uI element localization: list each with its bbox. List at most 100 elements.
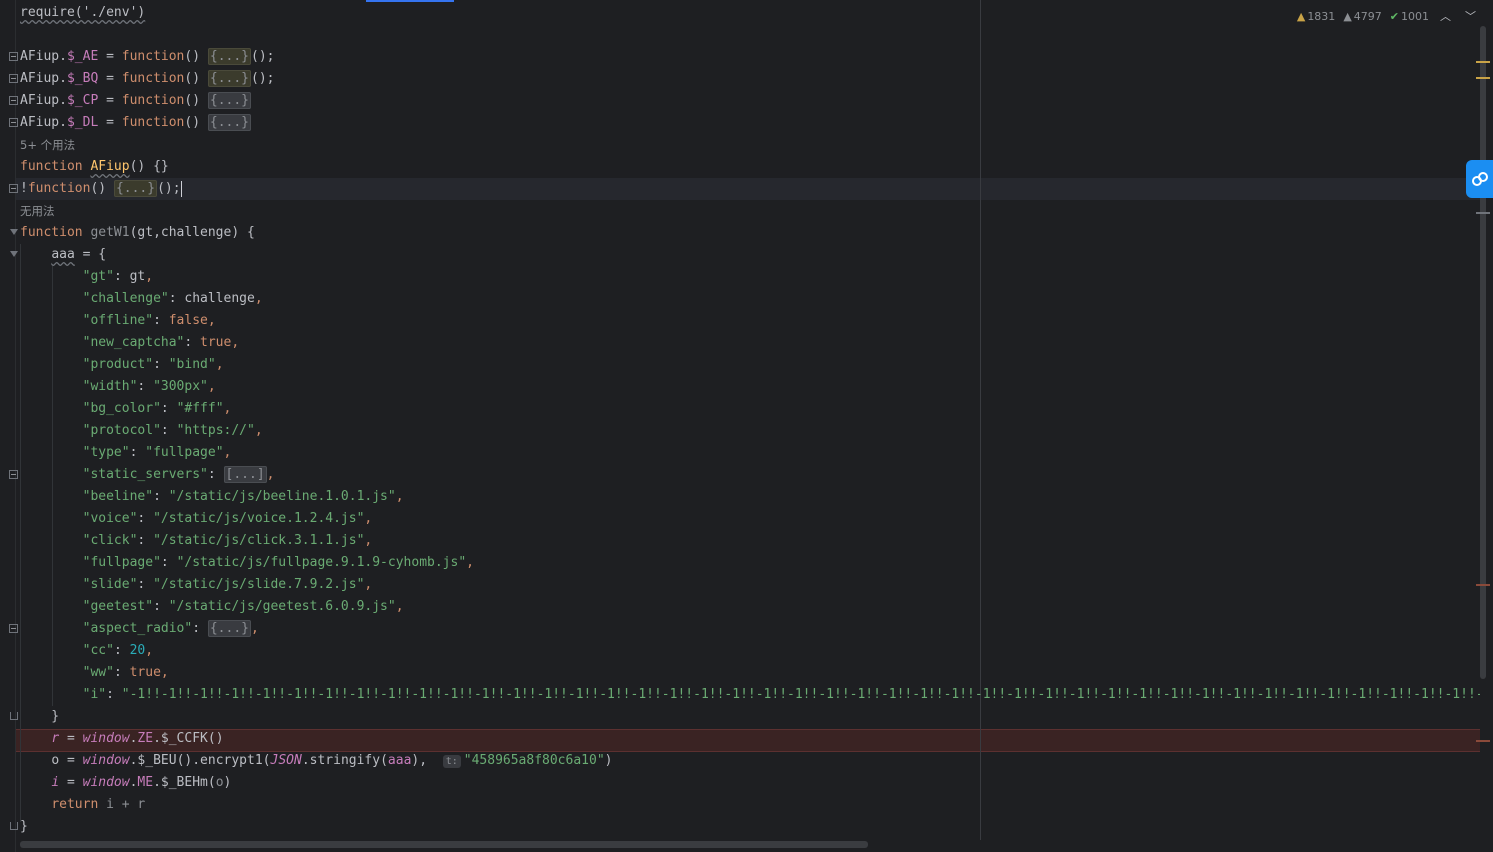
method-name: encrypt1	[200, 753, 263, 768]
entry-key: "fullpage"	[82, 555, 161, 570]
entry-value: "300px"	[153, 379, 208, 394]
weak-warnings-count[interactable]: ▲ 4797	[1343, 10, 1381, 23]
fn-keyword: function	[121, 71, 185, 86]
require-statement: require('./env')	[20, 5, 146, 20]
warning-mark[interactable]	[1476, 77, 1490, 79]
weak-warning-icon: ▲	[1343, 9, 1352, 23]
entry-key: "bg_color"	[82, 401, 161, 416]
plugin-float-button[interactable]	[1466, 160, 1493, 198]
entry-value: "#fff"	[176, 401, 224, 416]
method-name: $_CCFK	[160, 731, 208, 746]
entry-key: "i"	[82, 687, 107, 702]
fold-expand-icon[interactable]	[9, 624, 18, 633]
code-area[interactable]: require('./env') AFiup.$_AE = function()…	[0, 0, 1480, 840]
entry-value: "-1!!-1!!-1!!-1!!-1!!-1!!-1!!-1!!-1!!-1!…	[121, 687, 1480, 702]
method-name: stringify	[309, 753, 381, 768]
entry-value: "/static/js/click.3.1.1.js"	[153, 533, 365, 548]
object-entry-line: "fullpage": "/static/js/fullpage.9.1.9-c…	[82, 555, 474, 570]
fold-collapse-icon[interactable]	[10, 229, 18, 235]
entry-value[interactable]: {...}	[207, 620, 251, 637]
entry-key: "new_captcha"	[82, 335, 185, 350]
object-entry-line: "cc": 20,	[82, 643, 154, 658]
global-window: window	[82, 775, 130, 790]
object-entry-line: "click": "/static/js/click.3.1.1.js",	[82, 533, 373, 548]
chevron-up-icon[interactable]: ︿	[1437, 8, 1454, 24]
code-line-r: r = window.ZE.$_CCFK()	[51, 731, 224, 746]
return-expr: i + r	[106, 797, 146, 812]
folded-region[interactable]: {...}	[207, 92, 252, 109]
var-name: r	[51, 731, 60, 746]
var-ref: o	[215, 775, 224, 790]
fn-keyword: function	[20, 159, 83, 174]
code-line-getw1: function getW1(gt,challenge) {	[0, 222, 1480, 244]
object-entry-line: "beeline": "/static/js/beeline.1.0.1.js"…	[82, 489, 404, 504]
entry-key: "product"	[82, 357, 154, 372]
obj-name: AFiup	[20, 71, 60, 86]
entry-value[interactable]: [...]	[223, 466, 267, 483]
usages-hint[interactable]: 5+ 个用法	[20, 134, 75, 156]
object-entry-line: "protocol": "https://",	[82, 423, 263, 438]
folded-region[interactable]: {...}	[207, 48, 252, 65]
code-line-1: require('./env')	[0, 2, 1480, 24]
code-line-ae: AFiup.$_AE = function() {...} ();	[0, 46, 1480, 68]
entry-value: "/static/js/voice.1.2.4.js"	[153, 511, 365, 526]
fold-expand-icon[interactable]	[9, 184, 18, 193]
fold-expand-icon[interactable]	[9, 74, 18, 83]
fold-expand-icon[interactable]	[9, 118, 18, 127]
object-entry-line: "new_captcha": true,	[82, 335, 240, 350]
fn-keyword: function	[20, 225, 83, 240]
method-name: $_BEHm	[160, 775, 208, 790]
fold-end-icon[interactable]	[10, 712, 18, 720]
global-json: JSON	[270, 753, 302, 768]
fold-end-icon[interactable]	[10, 822, 18, 830]
code-line-aaa: aaa = {	[0, 244, 1480, 266]
folded-region[interactable]: {...}	[207, 70, 252, 87]
inspection-widget[interactable]: ▲ 1831 ▲ 4797 ✔ 1001 ︿ ﹀	[1297, 8, 1479, 24]
entry-key: "geetest"	[82, 599, 154, 614]
entry-key: "gt"	[82, 269, 114, 284]
entry-key: "voice"	[82, 511, 138, 526]
link-icon	[1471, 172, 1488, 186]
fn-name: getW1	[90, 225, 130, 240]
entry-value: challenge	[184, 291, 255, 306]
prop-name: $_CP	[66, 93, 99, 108]
ok-count[interactable]: ✔ 1001	[1390, 10, 1429, 23]
usage-mark[interactable]	[1476, 212, 1490, 214]
fold-expand-icon[interactable]	[9, 52, 18, 61]
code-line-dl: AFiup.$_DL = function() {...}	[0, 112, 1480, 134]
folded-region[interactable]: {...}	[113, 180, 158, 197]
obj-name: AFiup	[20, 115, 60, 130]
prop-name: $_BQ	[66, 71, 99, 86]
entry-key: "cc"	[82, 643, 114, 658]
folded-region[interactable]: {...}	[207, 114, 252, 131]
no-usages-hint[interactable]: 无用法	[20, 200, 55, 222]
fn-keyword: function	[27, 181, 91, 196]
fold-collapse-icon[interactable]	[10, 251, 18, 257]
warning-mark[interactable]	[1476, 61, 1490, 63]
obj-name: AFiup	[20, 49, 60, 64]
object-entry-line: "product": "bind",	[82, 357, 224, 372]
var-ref: aaa	[387, 753, 412, 768]
object-entry-line: "geetest": "/static/js/geetest.6.0.9.js"…	[82, 599, 404, 614]
object-entry-line: "challenge": challenge,	[82, 291, 263, 306]
entry-value: 20	[129, 643, 146, 658]
global-window: window	[82, 753, 130, 768]
obj-name: AFiup	[20, 93, 60, 108]
code-editor[interactable]: require('./env') AFiup.$_AE = function()…	[0, 0, 1493, 852]
error-stripe[interactable]	[1474, 0, 1493, 852]
code-line-return: return i + r	[0, 794, 1480, 816]
fn-name: AFiup	[90, 159, 130, 174]
warnings-count[interactable]: ▲ 1831	[1297, 10, 1335, 23]
breakpoint-mark[interactable]	[1476, 740, 1490, 742]
entry-value: "/static/js/slide.7.9.2.js"	[153, 577, 365, 592]
entry-value: "https://"	[176, 423, 255, 438]
fold-expand-icon[interactable]	[9, 96, 18, 105]
breakpoint-mark[interactable]	[1476, 584, 1490, 586]
entry-value: gt	[129, 269, 146, 284]
object-entry-line: "aspect_radio": {...},	[0, 618, 1480, 640]
object-entry-line: "offline": false,	[82, 313, 216, 328]
horizontal-scrollbar[interactable]	[20, 841, 868, 848]
fold-expand-icon[interactable]	[9, 470, 18, 479]
string-literal: "458965a8f80c6a10"	[463, 753, 605, 768]
prop-name: $_DL	[66, 115, 99, 130]
